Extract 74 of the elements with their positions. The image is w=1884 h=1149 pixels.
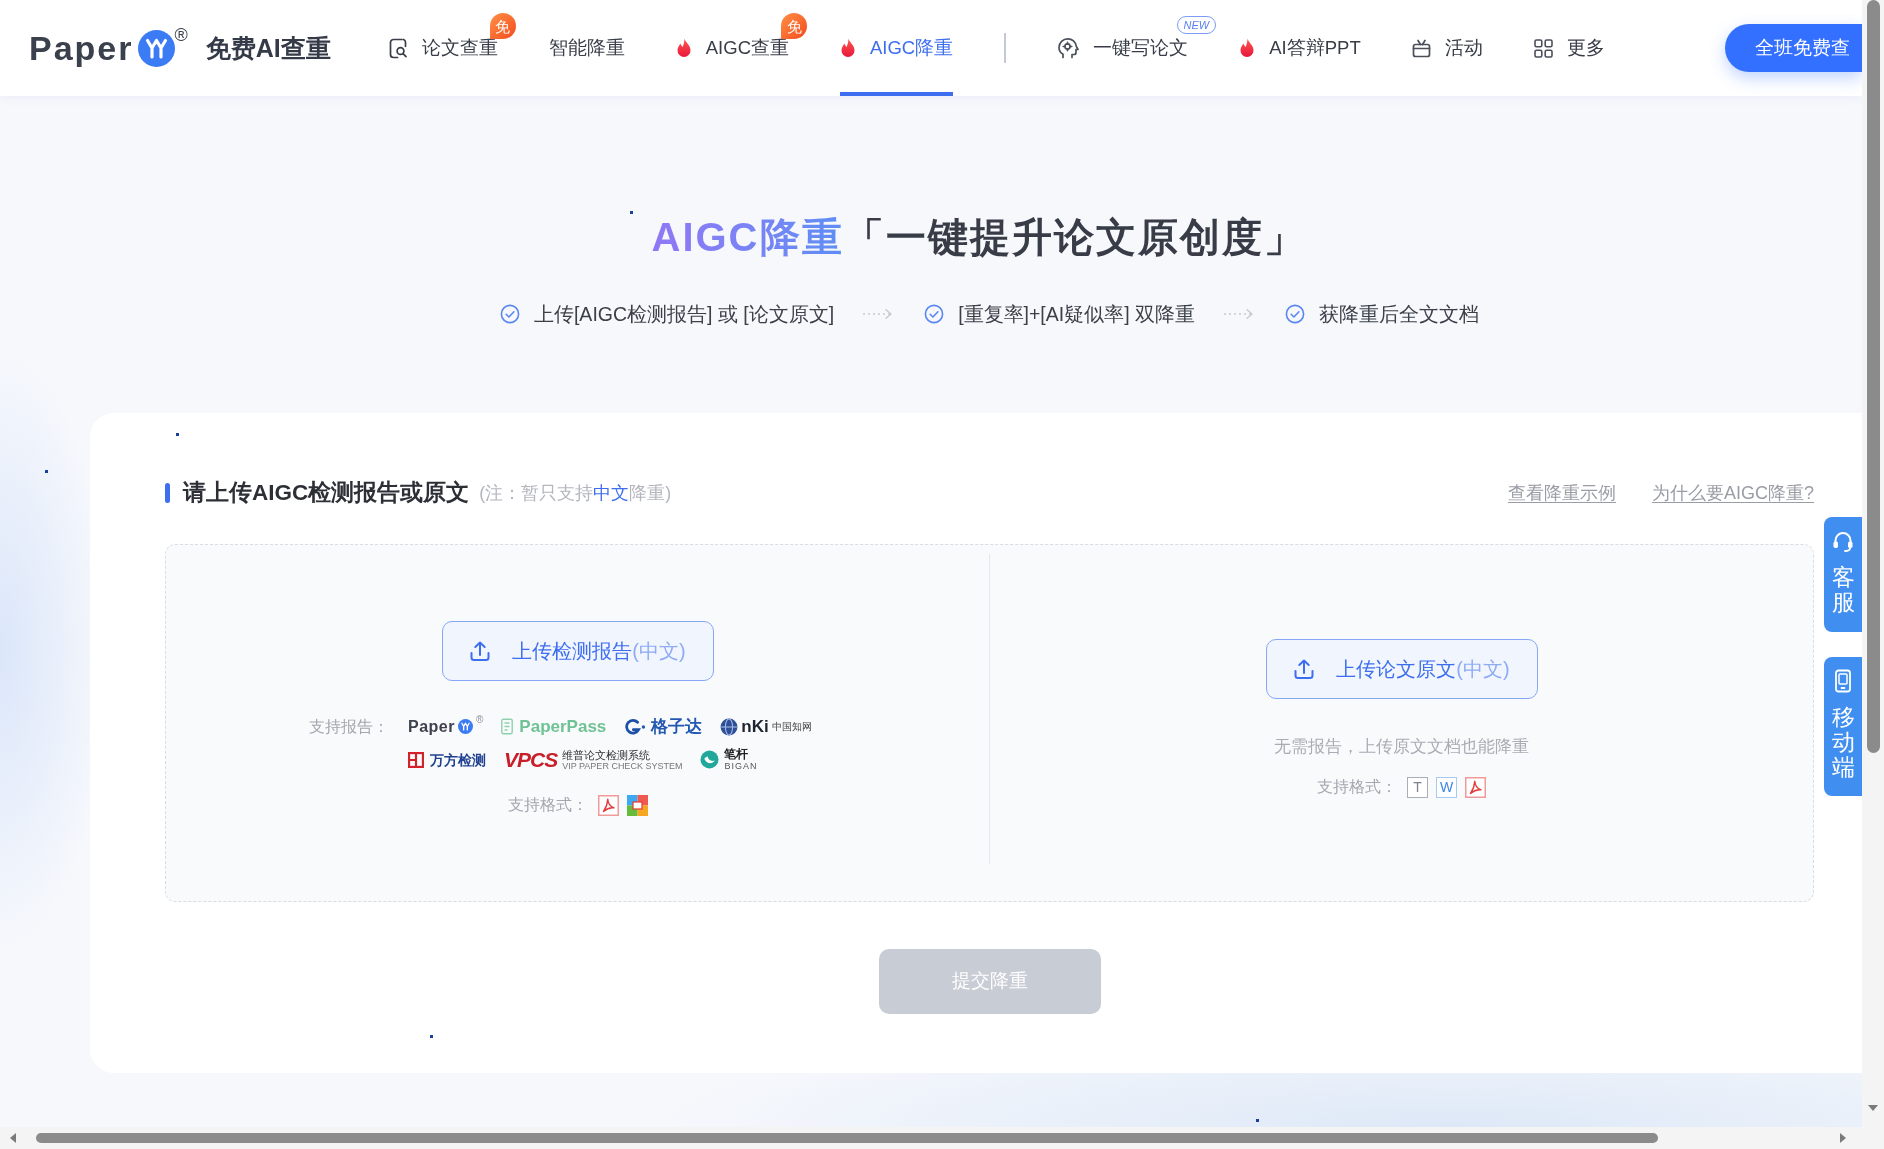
pdf-file-icon [1465,776,1486,798]
document-search-icon [388,37,408,59]
left-arrow-icon[interactable] [10,1133,16,1143]
dotted-arrow-icon [1223,308,1256,320]
help-link[interactable]: 查看降重示例 [1507,481,1616,505]
nav-tab[interactable]: 更多 [1533,0,1605,96]
new-badge: NEW [1176,16,1217,34]
brand-subtitle: 维普论文检测系统 [562,748,651,761]
headset-icon [1831,529,1855,553]
supported-reports-label: 支持报告： [309,716,389,737]
upload-description: 无需报告，上传原文文档也能降重 [1274,736,1529,757]
brand-name: nKi [741,718,769,735]
logo-wordmark: Paper [29,31,134,65]
document-icon [501,718,514,735]
heading-marker-icon [165,483,170,503]
nav-tab[interactable]: AIGC降重 [840,0,954,96]
customer-service-tab[interactable]: 客服 [1824,517,1862,632]
upload-button[interactable]: 上传论文原文(中文) [1265,638,1538,699]
section-note: (注：暂只支持中文降重) [479,482,672,505]
nav-tab[interactable]: AI答辩PPT [1239,0,1361,96]
four-color-tile-icon [626,794,648,816]
upload-icon [469,639,492,662]
brand-name: VPCS [504,749,558,770]
brand-name: 万方检测 [430,752,486,767]
brand-name: 格子达 [651,718,703,735]
brand-caption: VIP PAPER CHECK SYSTEM [562,760,683,771]
brand-caption: BIGAN [724,761,758,771]
logo-tagline: 免费AI查重 [205,35,331,61]
head-icon [1057,37,1080,59]
help-link[interactable]: 为什么要AIGC降重? [1651,481,1814,505]
free-badge: 免 [781,13,807,39]
scrollbar-thumb[interactable] [36,1133,1658,1143]
scrollbar-thumb[interactable] [1866,0,1880,753]
brand-name: PaperPass [519,718,607,735]
horizontal-scrollbar[interactable] [0,1127,1884,1149]
globe-icon [720,717,739,736]
nav-tab[interactable]: 活动 [1411,0,1483,96]
logo-mark-icon [137,29,175,67]
brand-name: 笔杆 [724,748,749,761]
supported-formats-label: 支持格式： [1317,777,1397,797]
step-label: 上传[AIGC检测报告] 或 [论文原文] [533,302,835,326]
upload-icon [1293,657,1316,680]
file-type-tile: W [1436,776,1457,798]
tv-icon [1411,38,1431,58]
step-label: [重复率]+[AI疑似率] 双降重 [958,302,1196,326]
upload-button[interactable]: 上传检测报告(中文) [441,620,714,681]
check-circle-icon [499,304,520,324]
supported-formats-label: 支持格式： [507,795,588,815]
pdf-file-icon [597,794,619,816]
logo-mark-icon [457,719,473,734]
free-check-button[interactable]: 全班免费查 [1725,24,1862,72]
registered-mark: ® [174,26,188,44]
vertical-scrollbar[interactable] [1862,0,1884,1127]
page-title: AIGC降重「一键提升论文原创度」 [651,214,1306,261]
nav-tab[interactable]: 智能降重 [548,0,625,96]
step-label: 获降重后全文文档 [1319,302,1480,326]
free-badge: 免 [489,13,516,39]
dotted-arrow-icon [862,308,895,320]
check-circle-icon [924,304,945,324]
flame-icon [1239,38,1256,58]
leaf-circle-icon [700,750,720,769]
right-arrow-icon[interactable] [1840,1133,1846,1143]
brand-subtitle: 中国知网 [771,721,812,732]
file-type-tile: T [1407,776,1428,798]
brand-name: Paper [408,718,455,735]
flame-icon [840,38,856,58]
mobile-tab[interactable]: 移动端 [1824,656,1862,797]
check-circle-icon [1285,304,1306,324]
section-title: 请上传AIGC检测报告或原文 [183,479,470,507]
framed-square-icon [408,751,424,768]
registered-mark: ® [475,714,484,725]
down-arrow-icon[interactable] [1868,1105,1878,1111]
flame-icon [675,38,692,58]
grid-icon [1533,38,1553,58]
